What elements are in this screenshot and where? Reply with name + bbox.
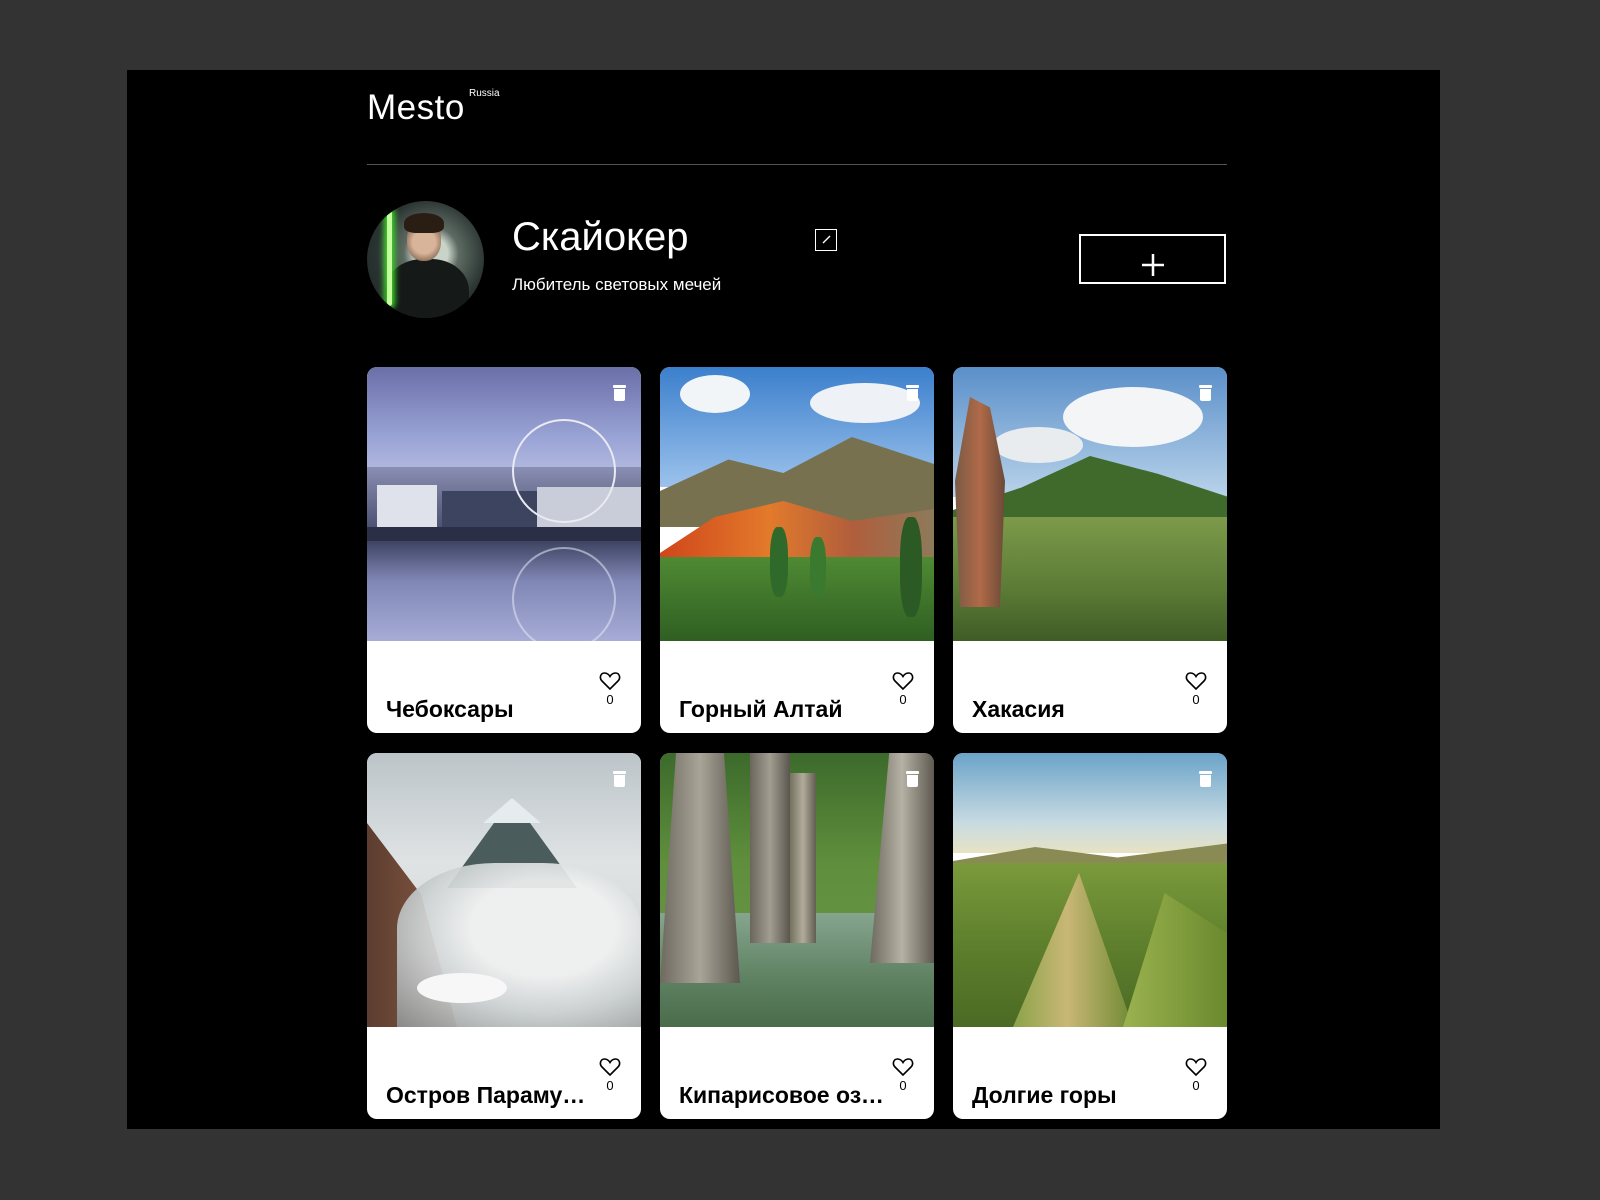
edit-icon (822, 235, 830, 244)
card-image[interactable] (367, 753, 641, 1027)
delete-card-button[interactable] (613, 385, 626, 401)
profile-name: Скайокер (512, 215, 689, 259)
delete-card-button[interactable] (906, 385, 919, 401)
avatar-hair (404, 213, 444, 233)
avatar-lightsaber (387, 211, 392, 306)
delete-card-button[interactable] (906, 771, 919, 787)
card-image[interactable] (953, 367, 1227, 641)
card-title: Кипарисовое озеро (679, 1082, 884, 1109)
khakassia-scene (953, 367, 1227, 641)
like-count: 0 (1192, 692, 1200, 707)
like-button[interactable] (599, 671, 621, 691)
paramushir-scene (367, 753, 641, 1027)
card-image[interactable] (953, 753, 1227, 1027)
logo[interactable]: Mesto (367, 88, 465, 128)
page-root: Mesto Russia Скайокер Любитель световых … (127, 70, 1440, 1129)
like-count: 0 (606, 1078, 614, 1093)
altai-scene (660, 367, 934, 641)
card: Остров Парамушир 0 (367, 753, 641, 1119)
card: Кипарисовое озеро 0 (660, 753, 934, 1119)
delete-card-button[interactable] (613, 771, 626, 787)
card: Горный Алтай 0 (660, 367, 934, 733)
logo-region: Russia (469, 88, 500, 99)
heart-icon (599, 672, 621, 691)
edit-profile-button[interactable] (815, 229, 837, 251)
card-title: Горный Алтай (679, 696, 843, 723)
card-title: Хакасия (972, 696, 1065, 723)
like-count: 0 (899, 1078, 907, 1093)
dolgie-gory-scene (953, 753, 1227, 1027)
like-count: 0 (1192, 1078, 1200, 1093)
heart-icon (1185, 1058, 1207, 1077)
heart-icon (892, 672, 914, 691)
profile: Скайокер Любитель световых мечей (367, 165, 1227, 365)
like-button[interactable] (599, 1057, 621, 1077)
profile-about: Любитель световых мечей (512, 275, 722, 294)
card: Долгие горы 0 (953, 753, 1227, 1119)
card-title: Чебоксары (386, 696, 514, 723)
card-image[interactable] (660, 367, 934, 641)
content: Mesto Russia Скайокер Любитель световых … (367, 70, 1227, 1119)
avatar-figure (385, 259, 469, 318)
like-count: 0 (899, 692, 907, 707)
like-button[interactable] (892, 671, 914, 691)
card-title: Остров Парамушир (386, 1082, 591, 1109)
like-button[interactable] (892, 1057, 914, 1077)
card-image[interactable] (660, 753, 934, 1027)
heart-icon (1185, 672, 1207, 691)
like-count: 0 (606, 692, 614, 707)
card: Хакасия 0 (953, 367, 1227, 733)
heart-icon (599, 1058, 621, 1077)
cypress-lake-scene (660, 753, 934, 1027)
header: Mesto Russia (367, 70, 1227, 165)
card: Чебоксары 0 (367, 367, 641, 733)
delete-card-button[interactable] (1199, 385, 1212, 401)
avatar[interactable] (367, 201, 484, 318)
like-button[interactable] (1185, 1057, 1207, 1077)
plus-icon (1141, 253, 1164, 276)
card-image[interactable] (367, 367, 641, 641)
cheboksary-scene (367, 367, 641, 641)
add-card-button[interactable] (1079, 234, 1226, 284)
delete-card-button[interactable] (1199, 771, 1212, 787)
like-button[interactable] (1185, 671, 1207, 691)
heart-icon (892, 1058, 914, 1077)
card-title: Долгие горы (972, 1082, 1117, 1109)
